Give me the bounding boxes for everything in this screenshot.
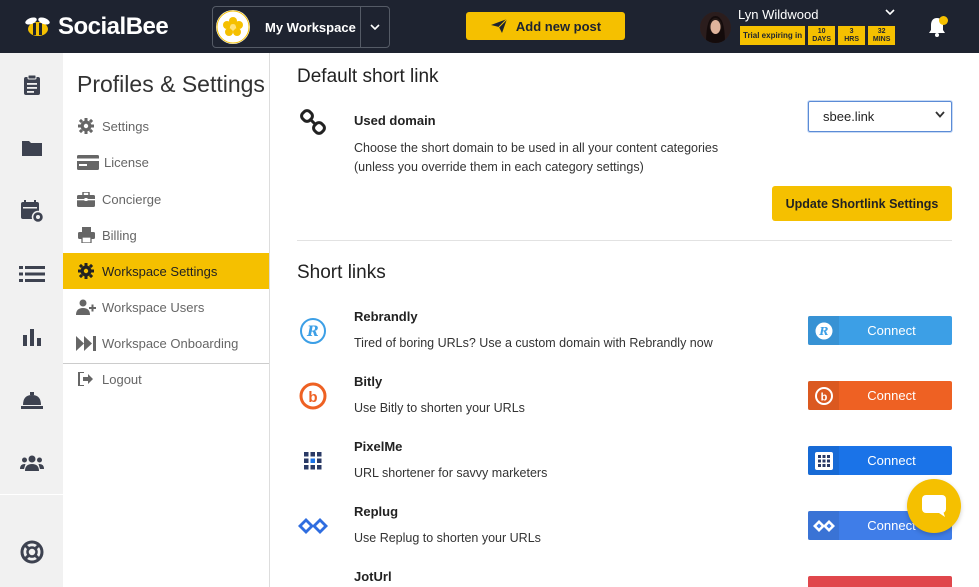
joturl-connect-button[interactable] (808, 576, 952, 587)
bee-logo-icon (22, 15, 54, 39)
chevron-down-icon[interactable] (885, 6, 895, 18)
bitly-connect-button[interactable]: b Connect (808, 381, 952, 410)
workspace-switcher[interactable]: My Workspace (212, 6, 390, 48)
clipboard-icon[interactable] (0, 53, 63, 116)
top-bar: SocialBee My Workspace Add new post Lyn … (0, 0, 979, 53)
calendar-gear-icon[interactable] (0, 179, 63, 242)
replug-icon (808, 511, 839, 540)
menu-item-workspace-onboarding[interactable]: Workspace Onboarding (63, 325, 269, 361)
rebrandly-connect-button[interactable]: R Connect (808, 316, 952, 345)
menu-item-label: Workspace Settings (102, 263, 218, 279)
concierge-bell-icon[interactable] (0, 368, 63, 431)
paper-plane-icon (490, 18, 508, 33)
credit-card-icon (76, 153, 100, 171)
logo-text: SocialBee (58, 13, 169, 40)
chain-link-icon (297, 106, 329, 138)
bitly-logo-icon: b (297, 380, 329, 412)
gear-icon (76, 117, 96, 135)
provider-description: Use Replug to shorten your URLs (354, 531, 541, 545)
domain-select-value: sbee.link (823, 109, 875, 124)
provider-name: Replug (354, 504, 399, 519)
update-shortlink-settings-button[interactable]: Update Shortlink Settings (772, 186, 952, 221)
users-icon[interactable] (0, 431, 63, 494)
add-new-post-label: Add new post (515, 18, 602, 34)
menu-item-label: Logout (102, 371, 142, 387)
pixelme-icon (808, 446, 839, 475)
connect-label: Connect (867, 453, 916, 468)
notification-dot (939, 16, 948, 25)
replug-logo-icon (297, 510, 329, 542)
svg-text:R: R (818, 325, 828, 338)
page-title: Profiles & Settings (77, 71, 265, 97)
briefcase-icon (76, 190, 96, 208)
trial-label: Trial expiring in (740, 26, 806, 45)
chevron-down-icon[interactable] (360, 7, 389, 47)
svg-text:b: b (308, 389, 317, 406)
trial-hours: 3 HRS (838, 26, 866, 45)
settings-menu: Profiles & Settings Settings License Con… (63, 53, 270, 587)
avatar (700, 12, 731, 43)
menu-item-billing[interactable]: Billing (63, 217, 269, 253)
menu-item-settings[interactable]: Settings (63, 108, 269, 144)
pixelme-connect-button[interactable]: Connect (808, 446, 952, 475)
menu-item-label: Concierge (102, 191, 162, 207)
provider-description: URL shortener for savvy marketers (354, 466, 548, 480)
provider-name: Rebrandly (354, 309, 418, 324)
menu-item-label: License (104, 154, 149, 170)
used-domain-label: Used domain (354, 113, 436, 128)
menu-item-label: Settings (102, 118, 149, 134)
lifebuoy-icon[interactable] (20, 540, 44, 569)
rebrandly-icon: R (808, 316, 839, 345)
menu-item-concierge[interactable]: Concierge (63, 181, 269, 217)
printer-icon (76, 226, 96, 244)
provider-name: JotUrl (354, 569, 392, 584)
fast-forward-icon (76, 334, 96, 352)
logo[interactable]: SocialBee (22, 12, 169, 42)
user-name: Lyn Wildwood (738, 7, 819, 22)
menu-item-label: Workspace Users (102, 299, 205, 315)
help-area (0, 494, 63, 587)
main-content: Default short link Used domain Choose th… (270, 53, 979, 587)
chat-widget-button[interactable] (907, 479, 961, 533)
used-domain-description: Choose the short domain to be used in al… (354, 141, 719, 174)
workspace-name: My Workspace (265, 19, 356, 35)
bar-chart-icon[interactable] (0, 305, 63, 368)
connect-label: Connect (867, 323, 916, 338)
workspace-avatar (216, 10, 250, 44)
section-title-default-short-link: Default short link (297, 66, 439, 87)
provider-name: PixelMe (354, 439, 403, 454)
sign-out-icon (76, 370, 96, 388)
section-title-short-links: Short links (297, 262, 386, 283)
domain-select[interactable]: sbee.link (808, 101, 952, 132)
bitly-icon: b (808, 381, 839, 410)
menu-item-license[interactable]: License (63, 144, 269, 180)
section-divider (297, 240, 952, 241)
menu-item-label: Workspace Onboarding (102, 335, 239, 351)
provider-name: Bitly (354, 374, 383, 389)
list-icon[interactable] (0, 242, 63, 305)
folder-icon[interactable] (0, 116, 63, 179)
provider-description: Use Bitly to shorten your URLs (354, 401, 525, 415)
trial-days: 10 DAYS (808, 26, 836, 45)
connect-label: Connect (867, 388, 916, 403)
svg-text:b: b (820, 391, 827, 403)
rebrandly-logo-icon: R (297, 315, 329, 347)
trial-countdown: Trial expiring in 10 DAYS 3 HRS 32 MINS (740, 26, 896, 45)
add-new-post-button[interactable]: Add new post (466, 12, 625, 40)
svg-text:R: R (306, 324, 319, 340)
pixelme-logo-icon (297, 445, 329, 477)
chevron-down-icon (935, 110, 945, 121)
chat-icon (922, 495, 946, 517)
menu-item-workspace-users[interactable]: Workspace Users (63, 289, 269, 325)
menu-item-label: Billing (102, 227, 137, 243)
gear-icon (76, 262, 96, 280)
provider-description: Tired of boring URLs? Use a custom domai… (354, 336, 713, 350)
user-plus-icon (76, 298, 96, 316)
trial-minutes: 32 MINS (868, 26, 896, 45)
menu-item-workspace-settings[interactable]: Workspace Settings (63, 253, 269, 289)
menu-item-logout[interactable]: Logout (63, 361, 269, 397)
